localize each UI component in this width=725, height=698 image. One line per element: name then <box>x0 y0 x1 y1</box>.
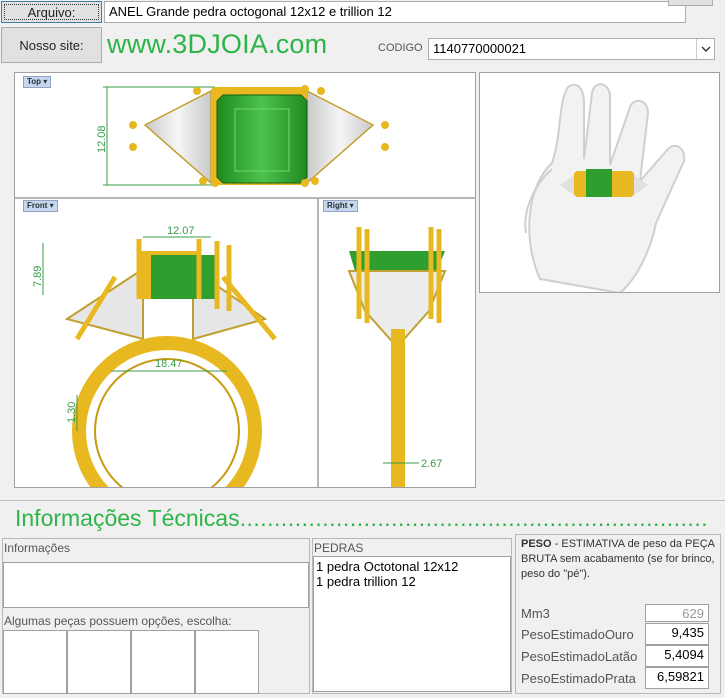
right-view-drawing: 2.67 <box>347 227 447 487</box>
arquivo-button[interactable]: Arquivo: <box>1 1 102 23</box>
dim-front-width: 12.07 <box>167 225 195 237</box>
pedras-label: PEDRAS <box>314 541 364 555</box>
pedra-item-1: 1 pedra Octotonal 12x12 <box>316 559 459 574</box>
site-url-link[interactable]: www.3DJOIA.com <box>107 29 327 60</box>
codigo-label: CODIGO <box>378 42 423 54</box>
pedra-item-2: 1 pedra trillion 12 <box>316 574 416 589</box>
chevron-down-icon[interactable] <box>696 39 714 59</box>
mm3-field[interactable]: 629 <box>645 604 709 622</box>
tech-title: Informações Técnicas....................… <box>15 505 709 531</box>
site-button[interactable]: Nosso site: <box>1 27 102 63</box>
technical-drawing: Top ▾ 12.08 Front ▾ 12.07 7.89 18.47 1.3… <box>14 72 476 488</box>
pedras-list[interactable]: 1 pedra Octotonal 12x12 1 pedra trillion… <box>313 556 511 692</box>
top-right-button[interactable] <box>668 0 713 6</box>
dim-top-height: 12.08 <box>96 125 108 153</box>
dim-right-band: 2.67 <box>421 458 442 470</box>
codigo-select[interactable]: 1140770000021 <box>428 38 715 60</box>
ouro-label: PesoEstimadoOuro <box>521 627 634 642</box>
top-view-drawing: 12.08 <box>96 85 389 187</box>
peso-description: PESO - ESTIMATIVA de peso da PEÇA BRUTA … <box>521 537 717 582</box>
opcoes-label: Algumas peças possuem opções, escolha: <box>4 614 232 628</box>
mm3-label: Mm3 <box>521 606 550 621</box>
option-cell-3[interactable] <box>131 630 195 694</box>
arquivo-field[interactable]: ANEL Grande pedra octogonal 12x12 e tril… <box>104 1 686 23</box>
prata-field[interactable]: 6,59821 <box>645 667 709 689</box>
peso-label: PESO <box>521 538 552 550</box>
site-button-label: Nosso site: <box>19 37 84 53</box>
arquivo-button-label: Arquivo: <box>27 4 76 20</box>
dim-front-band: 1.30 <box>66 402 78 423</box>
dim-front-height: 7.89 <box>32 266 44 287</box>
latao-field[interactable]: 5,4094 <box>645 645 709 667</box>
informacoes-field[interactable] <box>3 562 309 608</box>
option-cell-1[interactable] <box>3 630 67 694</box>
ouro-field[interactable]: 9,435 <box>645 623 709 645</box>
hand-preview-image <box>479 72 720 295</box>
latao-label: PesoEstimadoLatão <box>521 649 638 664</box>
option-cell-4[interactable] <box>195 630 259 694</box>
dim-front-inner: 18.47 <box>155 358 183 370</box>
option-cell-2[interactable] <box>67 630 131 694</box>
prata-label: PesoEstimadoPrata <box>521 671 636 686</box>
front-view-drawing: 12.07 7.89 18.47 1.30 <box>32 225 277 487</box>
codigo-value: 1140770000021 <box>433 41 527 56</box>
hand-illustration <box>480 73 719 295</box>
